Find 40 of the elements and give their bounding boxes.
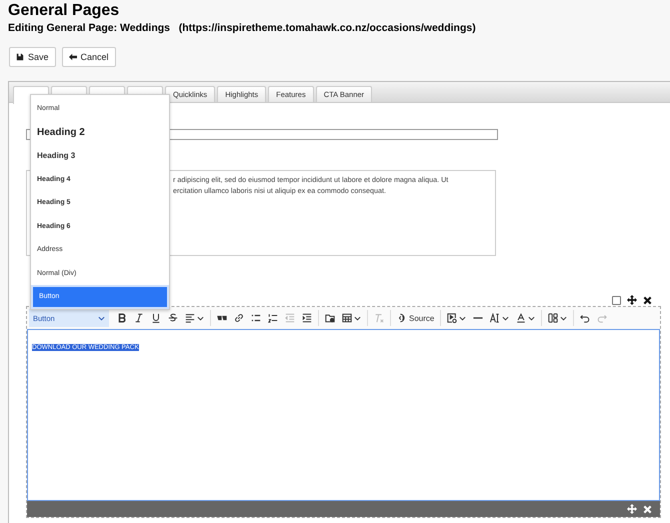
underline-icon (151, 313, 161, 323)
embed-icon (447, 313, 458, 323)
menu-item[interactable]: Heading 2 (31, 120, 169, 144)
redo-icon (597, 313, 608, 323)
undo-icon (580, 313, 590, 323)
arrow-left-icon (68, 53, 77, 61)
source-button[interactable]: Source (394, 309, 438, 327)
outdent-icon (285, 313, 295, 323)
numbers-icon (268, 313, 278, 323)
bold-icon (117, 313, 127, 323)
fontsize-icon (490, 313, 500, 323)
caret-icon (528, 316, 536, 320)
menu-item[interactable]: Heading 3 (31, 144, 169, 168)
layout-icon (548, 313, 558, 323)
folder-icon (325, 313, 335, 323)
page-subtitle: Editing General Page: Weddings (https://inspiretheme.tomahawk.co.nz/occasions/weddings) (8, 22, 477, 35)
fontcolor-icon (516, 313, 526, 323)
checkbox[interactable] (612, 296, 621, 304)
link-icon (234, 313, 244, 323)
caret-icon (354, 316, 361, 320)
move-icon[interactable] (627, 295, 637, 305)
save-icon (16, 53, 24, 61)
caret-icon (98, 316, 105, 320)
save-button[interactable]: Save (9, 47, 56, 67)
close-icon[interactable] (643, 296, 652, 304)
table-icon (342, 313, 352, 323)
source-icon (397, 313, 407, 323)
indent-icon (302, 313, 312, 323)
clear-icon (374, 313, 384, 323)
align-icon (185, 313, 195, 323)
bullets-icon (251, 313, 261, 323)
caret-icon (459, 316, 466, 320)
page-title: General Pages (8, 2, 120, 20)
caret-icon (197, 316, 204, 320)
italic-icon (134, 313, 144, 323)
quote-icon (217, 313, 227, 323)
cancel-button[interactable]: Cancel (62, 47, 116, 67)
caret-icon (560, 316, 568, 320)
strike-icon (168, 313, 178, 323)
caret-icon (502, 316, 510, 320)
